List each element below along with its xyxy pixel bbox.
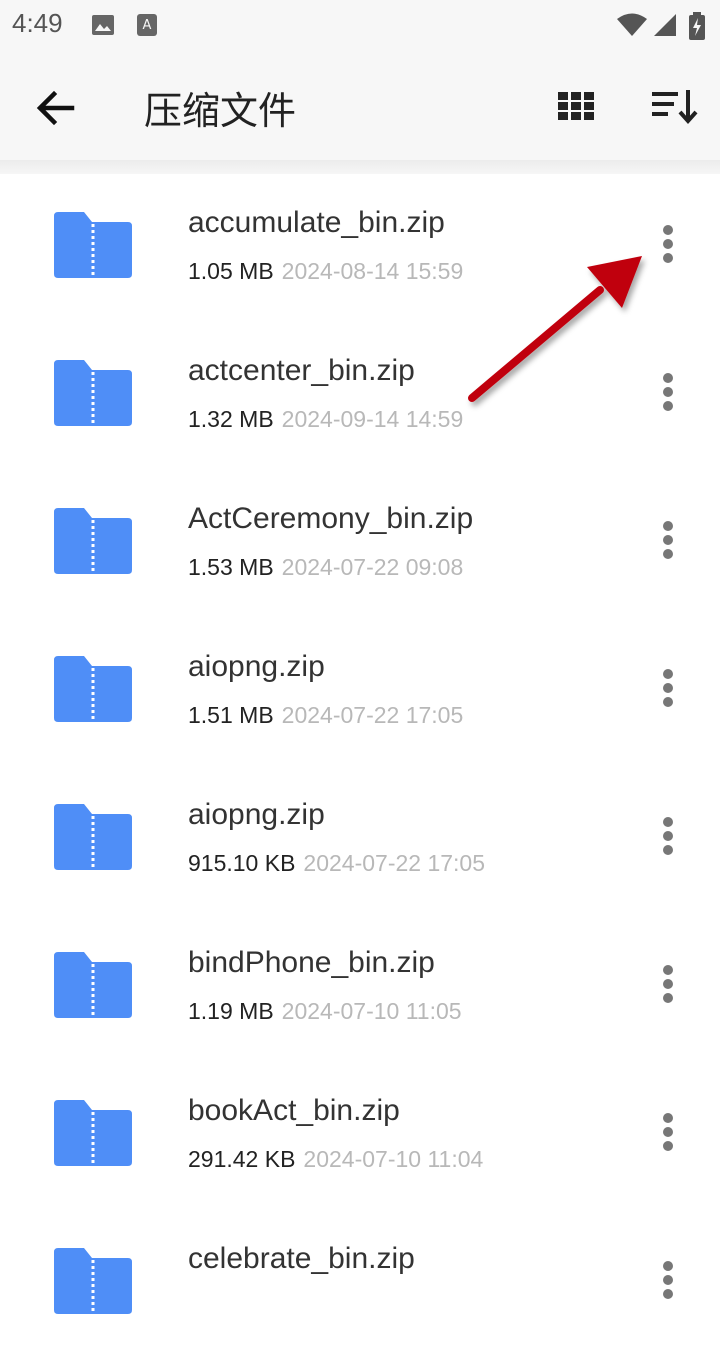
file-meta [188,1294,196,1321]
file-name: accumulate_bin.zip [188,206,445,239]
divider [0,160,720,174]
list-item[interactable]: ActCeremony_bin.zip 1.53 MB 2024-07-22 09… [0,470,720,618]
file-date: 2024-07-10 11:04 [303,1146,484,1172]
file-size: 1.32 MB [188,406,274,432]
zip-folder-icon [54,508,132,574]
file-date: 2024-08-14 15:59 [281,258,464,284]
status-time: 4:49 [12,8,63,38]
list-item[interactable]: bindPhone_bin.zip 1.19 MB 2024-07-10 11:0… [0,914,720,1062]
text-a-icon: A [134,12,160,43]
grid-view-icon [558,92,594,120]
file-meta: 1.32 MB 2024-09-14 14:59 [188,406,463,433]
more-options-icon[interactable] [650,1108,686,1156]
file-size: 1.19 MB [188,998,274,1024]
file-size: 291.42 KB [188,1146,296,1172]
zip-folder-icon [54,656,132,722]
image-icon [90,12,116,43]
more-options-icon[interactable] [650,368,686,416]
zip-folder-icon [54,952,132,1018]
file-size: 1.51 MB [188,702,274,728]
signal-icon [652,12,678,43]
file-size: 915.10 KB [188,850,296,876]
file-meta: 1.51 MB 2024-07-22 17:05 [188,702,463,729]
more-options-icon[interactable] [650,220,686,268]
svg-text:A: A [143,18,152,33]
battery-charging-icon [688,12,706,45]
zip-folder-icon [54,212,132,278]
arrow-left-icon [36,90,75,126]
file-name: ActCeremony_bin.zip [188,502,474,535]
file-date: 2024-07-22 17:05 [281,702,464,728]
file-meta: 1.53 MB 2024-07-22 09:08 [188,554,463,581]
zip-folder-icon [54,804,132,870]
file-date: 2024-07-22 17:05 [303,850,486,876]
file-meta: 291.42 KB 2024-07-10 11:04 [188,1146,483,1173]
file-meta: 915.10 KB 2024-07-22 17:05 [188,850,485,877]
file-meta: 1.05 MB 2024-08-14 15:59 [188,258,463,285]
file-date: 2024-09-14 14:59 [281,406,464,432]
file-date: 2024-07-22 09:08 [281,554,464,580]
grid-view-button[interactable] [552,82,600,130]
file-name: aiopng.zip [188,798,325,831]
more-options-icon[interactable] [650,960,686,1008]
file-name: bookAct_bin.zip [188,1094,400,1127]
more-options-icon[interactable] [650,516,686,564]
page-title: 压缩文件 [144,89,297,133]
zip-folder-icon [54,1100,132,1166]
list-item[interactable]: aiopng.zip 915.10 KB 2024-07-22 17:05 [0,766,720,914]
file-size: 1.53 MB [188,554,274,580]
file-name: celebrate_bin.zip [188,1242,415,1275]
file-name: actcenter_bin.zip [188,354,415,387]
file-date: 2024-07-10 11:05 [281,998,462,1024]
status-bar: 4:49 A [0,0,720,52]
more-options-icon[interactable] [650,812,686,860]
file-size: 1.05 MB [188,258,274,284]
back-button[interactable] [30,82,82,134]
file-name: aiopng.zip [188,650,325,683]
more-options-icon[interactable] [650,664,686,712]
sort-button[interactable] [646,82,700,130]
list-item[interactable]: aiopng.zip 1.51 MB 2024-07-22 17:05 [0,618,720,766]
zip-folder-icon [54,360,132,426]
file-meta: 1.19 MB 2024-07-10 11:05 [188,998,462,1025]
file-list: accumulate_bin.zip 1.05 MB 2024-08-14 15:… [0,174,720,1358]
file-name: bindPhone_bin.zip [188,946,435,979]
list-item[interactable]: accumulate_bin.zip 1.05 MB 2024-08-14 15:… [0,174,720,322]
list-item[interactable]: celebrate_bin.zip [0,1210,720,1358]
sort-icon [652,90,698,125]
zip-folder-icon [54,1248,132,1314]
list-item[interactable]: actcenter_bin.zip 1.32 MB 2024-09-14 14:5… [0,322,720,470]
more-options-icon[interactable] [650,1256,686,1304]
app-bar: 压缩文件 [0,52,720,160]
wifi-icon [616,12,648,43]
list-item[interactable]: bookAct_bin.zip 291.42 KB 2024-07-10 11:0… [0,1062,720,1210]
